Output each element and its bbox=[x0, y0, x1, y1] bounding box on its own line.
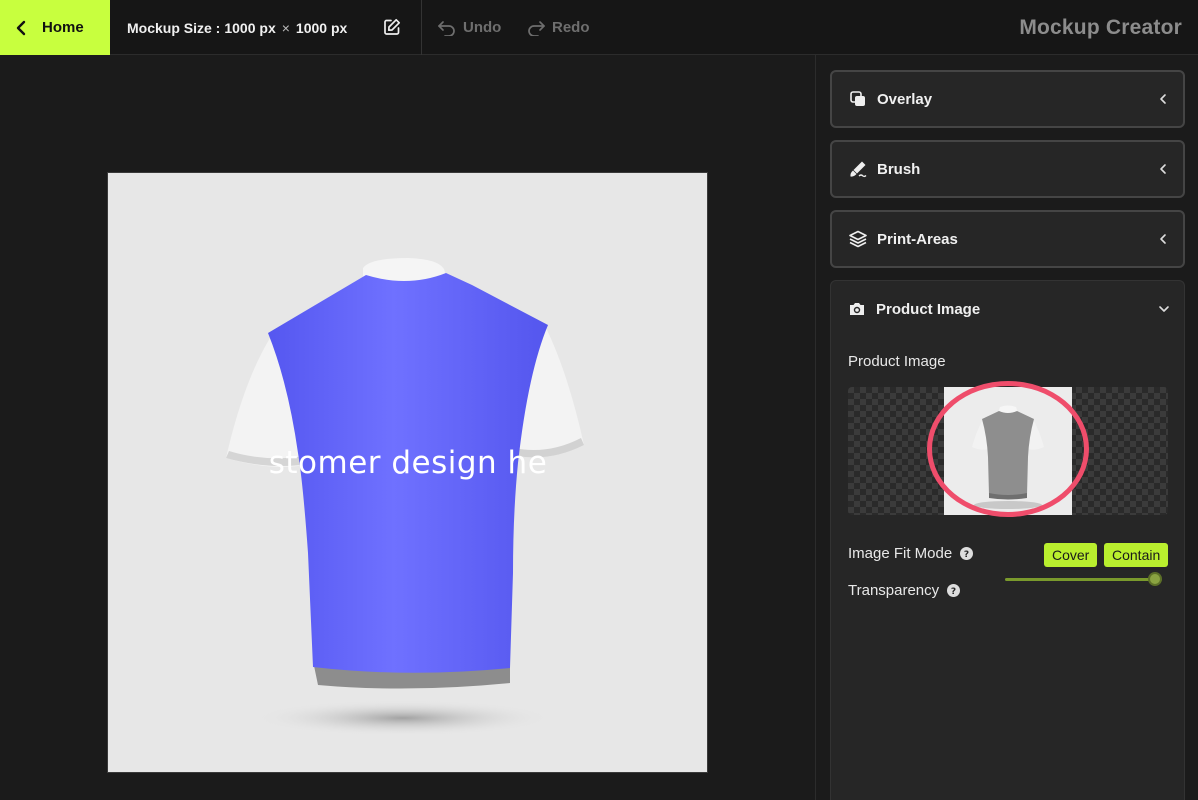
transparency-label: Transparency bbox=[848, 582, 940, 599]
tshirt-mockup: stomer design he bbox=[226, 258, 584, 736]
chevron-left-icon bbox=[1160, 164, 1166, 174]
panel-print-areas[interactable]: Print-Areas bbox=[830, 210, 1185, 268]
image-fit-mode-row: Image Fit Mode ? bbox=[848, 545, 974, 562]
times-sign: × bbox=[281, 19, 290, 36]
home-button[interactable]: Home bbox=[0, 0, 110, 55]
camera-icon bbox=[850, 303, 864, 315]
shirt-shadow bbox=[253, 700, 553, 736]
right-sidebar: Overlay Brush Print-Areas Product Image … bbox=[815, 55, 1198, 800]
mockup-width: 1000 px bbox=[224, 19, 276, 36]
panel-product-image-label: Product Image bbox=[876, 300, 981, 318]
help-icon[interactable]: ? bbox=[960, 547, 974, 560]
panel-product-image-header[interactable]: Product Image bbox=[831, 281, 1184, 337]
mockup-size-label: Mockup Size : bbox=[127, 19, 221, 36]
svg-text:?: ? bbox=[951, 587, 956, 597]
chevron-left-icon bbox=[1160, 94, 1166, 104]
panel-product-image: Product Image Product Image Image Fit Mo… bbox=[830, 280, 1185, 800]
fit-cover-button[interactable]: Cover bbox=[1044, 543, 1098, 567]
image-fit-mode-label: Image Fit Mode bbox=[848, 545, 953, 562]
transparency-slider[interactable] bbox=[1005, 569, 1162, 589]
chevron-left-icon bbox=[16, 20, 26, 35]
mockup-size: Mockup Size : 1000 px × 1000 px bbox=[127, 0, 347, 55]
redo-icon bbox=[528, 20, 545, 36]
product-image-thumbnail bbox=[944, 387, 1072, 515]
panel-print-areas-label: Print-Areas bbox=[877, 230, 958, 248]
undo-label: Undo bbox=[463, 19, 502, 36]
slider-track bbox=[1005, 578, 1162, 581]
transparency-row: Transparency ? bbox=[848, 582, 961, 599]
divider bbox=[421, 0, 422, 55]
product-image-preview[interactable] bbox=[848, 387, 1168, 515]
panel-brush[interactable]: Brush bbox=[830, 140, 1185, 198]
redo-label: Redo bbox=[552, 19, 590, 36]
top-bar: Home Mockup Size : 1000 px × 1000 px Und… bbox=[0, 0, 1198, 55]
chevron-left-icon bbox=[1160, 234, 1166, 244]
panel-overlay[interactable]: Overlay bbox=[830, 70, 1185, 128]
mockup-canvas[interactable]: stomer design he bbox=[108, 173, 707, 772]
mockup-height: 1000 px bbox=[295, 19, 348, 36]
home-label: Home bbox=[42, 19, 84, 36]
product-image-field-label: Product Image bbox=[848, 353, 946, 370]
edit-icon[interactable] bbox=[383, 18, 401, 36]
slider-handle[interactable] bbox=[1148, 572, 1162, 586]
undo-icon bbox=[438, 20, 455, 36]
copy-icon bbox=[850, 91, 865, 106]
panel-brush-label: Brush bbox=[877, 160, 921, 178]
undo-button[interactable]: Undo bbox=[437, 0, 501, 55]
layers-icon bbox=[849, 230, 867, 248]
svg-text:?: ? bbox=[964, 550, 969, 560]
brush-icon bbox=[850, 161, 867, 178]
chevron-down-icon bbox=[1159, 306, 1169, 312]
panel-overlay-label: Overlay bbox=[877, 90, 933, 108]
app-title: Mockup Creator bbox=[1019, 15, 1182, 39]
canvas-area: stomer design he bbox=[0, 55, 815, 800]
redo-button[interactable]: Redo bbox=[526, 0, 590, 55]
help-icon[interactable]: ? bbox=[947, 584, 961, 597]
design-text: stomer design he bbox=[269, 445, 548, 481]
fit-contain-button[interactable]: Contain bbox=[1104, 543, 1169, 567]
